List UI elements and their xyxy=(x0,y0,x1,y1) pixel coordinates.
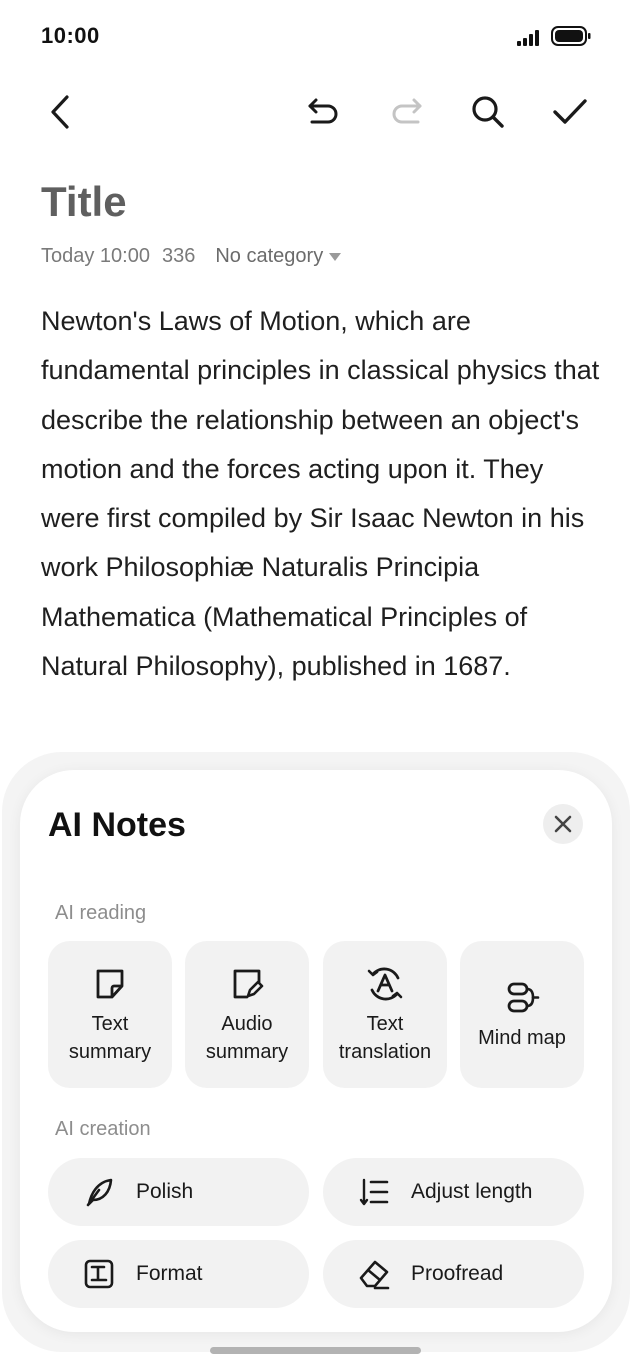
audio-summary-icon xyxy=(227,964,267,1004)
battery-icon xyxy=(551,26,591,46)
category-label: No category xyxy=(215,245,324,267)
polish-icon xyxy=(82,1175,116,1209)
home-indicator[interactable] xyxy=(210,1347,421,1354)
card-label: Audio summary xyxy=(205,1012,289,1063)
undo-icon xyxy=(308,98,338,124)
ai-reading-label: AI reading xyxy=(55,902,147,924)
undo-button[interactable] xyxy=(298,86,350,138)
mind-map-card[interactable]: Mind map xyxy=(460,941,584,1088)
category-dropdown[interactable]: No category xyxy=(215,245,342,268)
format-button[interactable]: Format xyxy=(48,1240,309,1308)
notes-editor-screen: 10:00 Title Today 10:00 336 No category … xyxy=(0,0,632,1370)
signal-icon xyxy=(517,28,545,46)
text-summary-card[interactable]: Text summary xyxy=(48,941,172,1088)
redo-button[interactable] xyxy=(380,86,432,138)
status-time: 10:00 xyxy=(41,23,100,48)
close-button[interactable] xyxy=(543,804,583,844)
redo-icon xyxy=(392,98,422,124)
search-button[interactable] xyxy=(462,86,514,138)
card-label: Mind map xyxy=(478,1026,566,1049)
note-title[interactable]: Title xyxy=(41,178,127,226)
search-icon xyxy=(472,96,504,128)
pill-label: Polish xyxy=(136,1180,194,1203)
proofread-button[interactable]: Proofread xyxy=(323,1240,584,1308)
text-summary-icon xyxy=(90,964,130,1004)
card-label: Text summary xyxy=(68,1012,152,1063)
audio-summary-card[interactable]: Audio summary xyxy=(185,941,309,1088)
note-date: Today 10:00 xyxy=(41,245,150,267)
adjust-length-icon xyxy=(357,1175,391,1209)
translate-icon xyxy=(365,964,405,1004)
ai-creation-label: AI creation xyxy=(55,1118,151,1140)
caret-down-icon xyxy=(329,252,342,261)
pill-label: Proofread xyxy=(411,1262,504,1285)
note-word-count: 336 xyxy=(161,245,196,267)
ai-notes-panel: AI Notes AI reading Text summary Audio s… xyxy=(20,770,612,1332)
back-button[interactable] xyxy=(35,86,87,138)
status-bar: 10:00 xyxy=(0,0,632,72)
format-icon xyxy=(82,1257,116,1291)
close-icon xyxy=(554,815,572,833)
polish-button[interactable]: Polish xyxy=(48,1158,309,1226)
note-meta: Today 10:00 336 No category xyxy=(41,245,342,268)
chevron-left-icon xyxy=(51,95,69,129)
checkmark-icon xyxy=(553,99,587,124)
proofread-icon xyxy=(357,1257,391,1291)
mind-map-icon xyxy=(502,978,542,1018)
note-body[interactable]: Newton's Laws of Motion, which are funda… xyxy=(41,297,601,691)
pill-label: Format xyxy=(136,1262,203,1285)
text-translation-card[interactable]: Text translation xyxy=(323,941,447,1088)
adjust-length-button[interactable]: Adjust length xyxy=(323,1158,584,1226)
done-button[interactable] xyxy=(544,86,596,138)
panel-title: AI Notes xyxy=(48,806,186,844)
pill-label: Adjust length xyxy=(411,1180,533,1203)
card-label: Text translation xyxy=(338,1012,432,1063)
